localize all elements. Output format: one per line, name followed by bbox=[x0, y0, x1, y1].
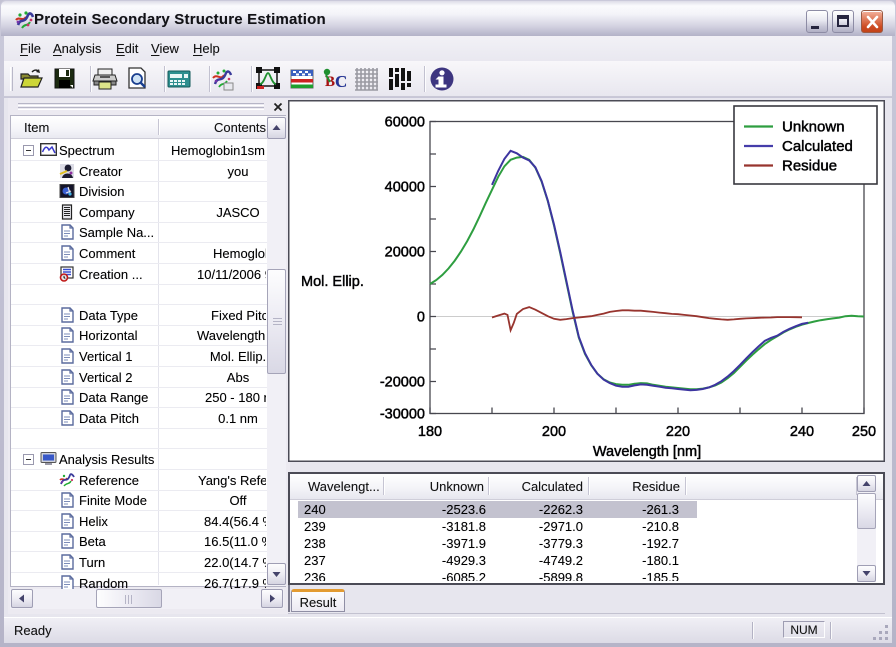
svg-text:40000: 40000 bbox=[385, 180, 425, 196]
svg-text:C: C bbox=[335, 72, 347, 91]
svg-text:-30000: -30000 bbox=[380, 407, 425, 423]
svg-text:-20000: -20000 bbox=[380, 375, 425, 391]
svg-text:60000: 60000 bbox=[385, 115, 425, 131]
svg-text:240: 240 bbox=[790, 424, 814, 440]
svg-text:Wavelength [nm]: Wavelength [nm] bbox=[593, 444, 701, 460]
svg-text:180: 180 bbox=[418, 424, 442, 440]
svg-text:Residue: Residue bbox=[782, 158, 837, 175]
svg-text:Unknown: Unknown bbox=[782, 119, 845, 136]
svg-text:200: 200 bbox=[542, 424, 566, 440]
svg-text:0: 0 bbox=[417, 310, 425, 326]
svg-text:250: 250 bbox=[852, 424, 876, 440]
svg-text:Calculated: Calculated bbox=[782, 138, 853, 155]
svg-text:Mol. Ellip.: Mol. Ellip. bbox=[301, 274, 364, 290]
svg-text:220: 220 bbox=[666, 424, 690, 440]
svg-text:20000: 20000 bbox=[385, 245, 425, 261]
